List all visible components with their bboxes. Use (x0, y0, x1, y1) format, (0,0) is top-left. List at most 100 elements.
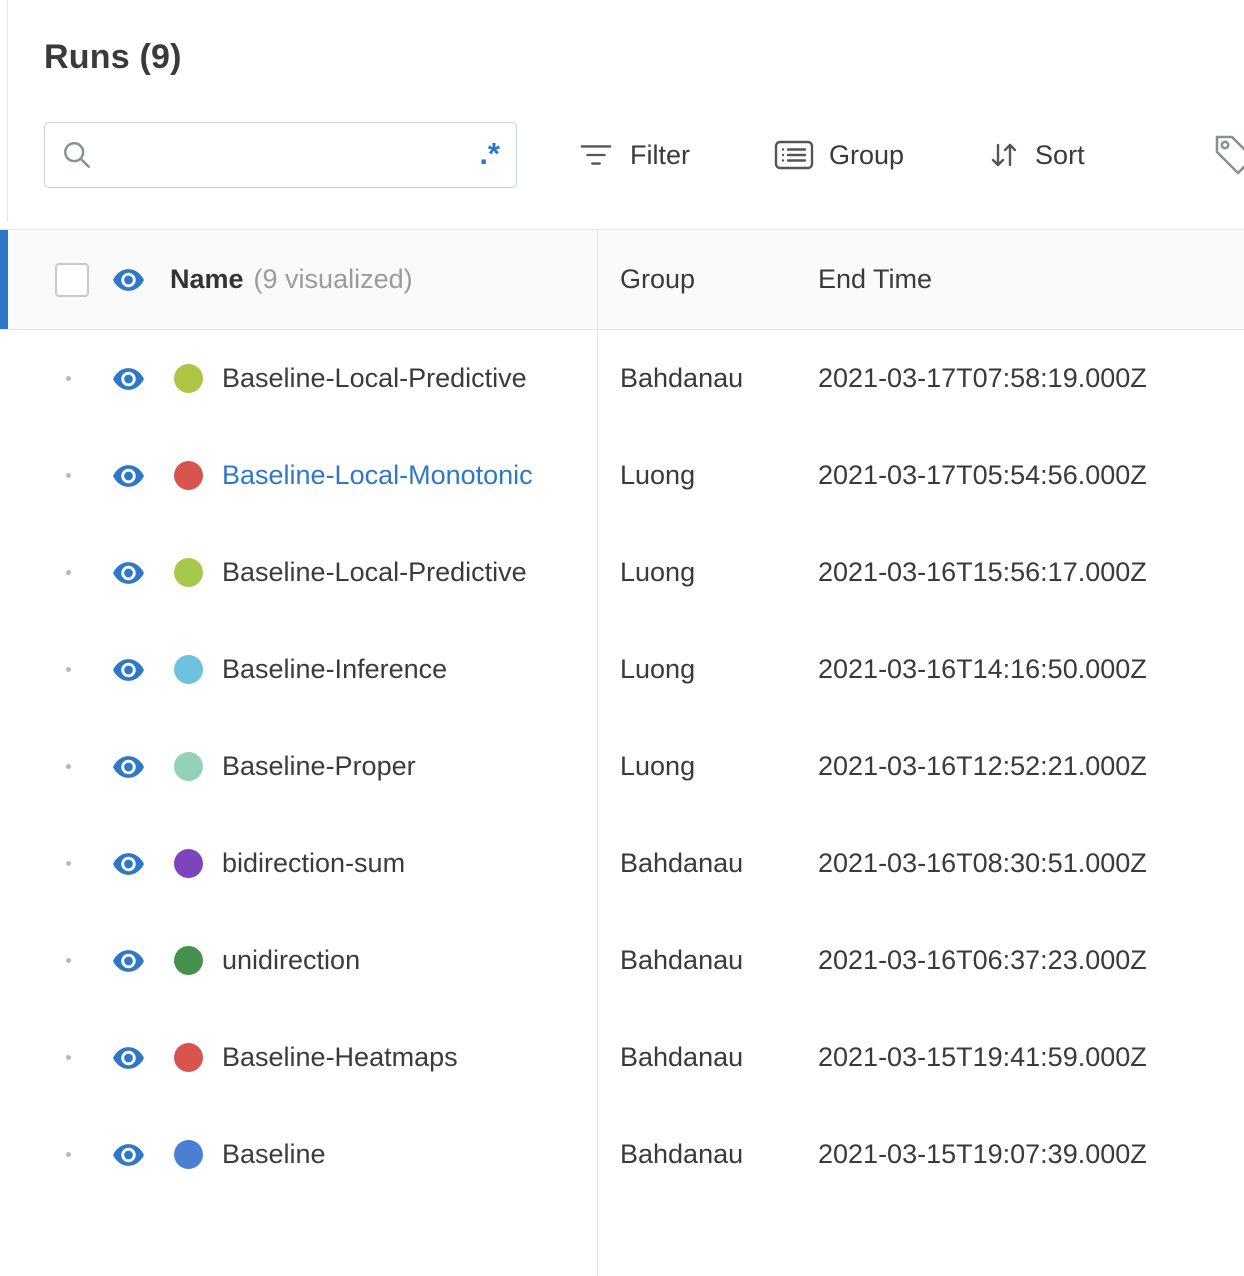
tag-icon (1215, 135, 1244, 175)
filter-icon (580, 145, 612, 165)
visibility-eye-icon[interactable] (113, 658, 144, 681)
run-name-cell: unidirection (0, 945, 597, 976)
runs-table-body: Baseline-Local-Predictive Bahdanau 2021-… (0, 330, 1244, 1203)
header-name-col: Name (9 visualized) (0, 262, 597, 297)
controls-row: .* Filter Group Sort (44, 120, 1244, 190)
run-color-dot[interactable] (174, 752, 203, 781)
run-color-dot[interactable] (174, 558, 203, 587)
run-color-dot[interactable] (174, 1043, 203, 1072)
run-color-dot[interactable] (174, 364, 203, 393)
group-button[interactable]: Group (774, 139, 904, 171)
run-name-cell: Baseline-Proper (0, 751, 597, 782)
toggle-all-visibility-eye-icon[interactable] (113, 268, 144, 291)
visibility-eye-icon[interactable] (113, 949, 144, 972)
column-group-label: Group (620, 264, 696, 294)
run-name-cell: Baseline-Heatmaps (0, 1042, 597, 1073)
run-name-cell: Baseline-Local-Predictive (0, 557, 597, 588)
top-section: Runs (9) .* Filter Group Sort (0, 0, 1244, 229)
visibility-eye-icon[interactable] (113, 464, 144, 487)
drag-handle[interactable] (66, 1152, 71, 1157)
drag-handle[interactable] (66, 667, 71, 672)
run-end-time: 2021-03-15T19:07:39.000Z (818, 1139, 1147, 1169)
run-name[interactable]: Baseline-Inference (222, 654, 447, 685)
run-group: Luong (620, 654, 696, 684)
run-group: Bahdanau (620, 1139, 744, 1169)
sort-label: Sort (1035, 139, 1085, 170)
run-end-time: 2021-03-17T05:54:56.000Z (818, 460, 1147, 490)
visibility-eye-icon[interactable] (113, 561, 144, 584)
sort-icon (991, 143, 1017, 167)
run-end-time: 2021-03-17T07:58:19.000Z (818, 363, 1147, 393)
visibility-eye-icon[interactable] (113, 755, 144, 778)
run-group: Luong (620, 751, 696, 781)
run-name[interactable]: Baseline-Heatmaps (222, 1042, 458, 1073)
column-name-label: Name (170, 264, 244, 294)
table-row: unidirection Bahdanau 2021-03-16T06:37:2… (0, 912, 1244, 1009)
regex-toggle-icon[interactable]: .* (479, 138, 500, 169)
visualized-count: (9 visualized) (253, 264, 413, 294)
run-color-dot[interactable] (174, 946, 203, 975)
drag-handle[interactable] (66, 376, 71, 381)
run-name[interactable]: Baseline (222, 1139, 326, 1170)
header-accent-bar (0, 230, 8, 329)
table-row: Baseline-Heatmaps Bahdanau 2021-03-15T19… (0, 1009, 1244, 1106)
page-title: Runs (9) (44, 38, 182, 76)
table-row: Baseline Bahdanau 2021-03-15T19:07:39.00… (0, 1106, 1244, 1203)
drag-handle[interactable] (66, 473, 71, 478)
search-box[interactable]: .* (44, 122, 517, 188)
table-row: Baseline-Local-Predictive Bahdanau 2021-… (0, 330, 1244, 427)
table-row: Baseline-Proper Luong 2021-03-16T12:52:2… (0, 718, 1244, 815)
run-end-time: 2021-03-16T14:16:50.000Z (818, 654, 1147, 684)
select-all-checkbox[interactable] (55, 262, 89, 297)
table-row: Baseline-Local-Monotonic Luong 2021-03-1… (0, 427, 1244, 524)
run-name[interactable]: unidirection (222, 945, 360, 976)
table-row: Baseline-Local-Predictive Luong 2021-03-… (0, 524, 1244, 621)
column-endtime-label: End Time (818, 264, 933, 294)
run-color-dot[interactable] (174, 461, 203, 490)
filter-label: Filter (630, 139, 690, 170)
run-name[interactable]: Baseline-Local-Monotonic (222, 460, 533, 491)
column-divider (597, 229, 598, 1276)
visibility-eye-icon[interactable] (113, 852, 144, 875)
run-name[interactable]: bidirection-sum (222, 848, 405, 879)
run-color-dot[interactable] (174, 1140, 203, 1169)
table-row: Baseline-Inference Luong 2021-03-16T14:1… (0, 621, 1244, 718)
group-label: Group (829, 139, 905, 170)
run-color-dot[interactable] (174, 849, 203, 878)
visibility-eye-icon[interactable] (113, 367, 144, 390)
search-input[interactable] (101, 138, 480, 172)
drag-handle[interactable] (66, 570, 71, 575)
runs-table: Name (9 visualized) Group End Time Basel… (0, 229, 1244, 1203)
search-icon (64, 142, 90, 168)
run-group: Luong (620, 460, 696, 490)
group-icon (774, 140, 814, 170)
run-name-cell: Baseline-Local-Monotonic (0, 460, 597, 491)
run-name[interactable]: Baseline-Local-Predictive (222, 363, 527, 394)
visibility-eye-icon[interactable] (113, 1143, 144, 1166)
run-color-dot[interactable] (174, 655, 203, 684)
tag-button[interactable] (1212, 132, 1244, 178)
drag-handle[interactable] (66, 861, 71, 866)
drag-handle[interactable] (66, 958, 71, 963)
run-group: Luong (620, 557, 696, 587)
run-name[interactable]: Baseline-Local-Predictive (222, 557, 527, 588)
table-row: bidirection-sum Bahdanau 2021-03-16T08:3… (0, 815, 1244, 912)
run-end-time: 2021-03-16T06:37:23.000Z (818, 945, 1147, 975)
runs-panel: Runs (9) .* Filter Group Sort Name (9 vi… (0, 0, 1244, 1276)
run-name-cell: Baseline-Inference (0, 654, 597, 685)
filter-button[interactable]: Filter (577, 140, 690, 171)
drag-handle[interactable] (66, 1055, 71, 1060)
table-header: Name (9 visualized) Group End Time (0, 229, 1244, 330)
run-group: Bahdanau (620, 1042, 744, 1072)
run-end-time: 2021-03-16T15:56:17.000Z (818, 557, 1147, 587)
drag-handle[interactable] (66, 764, 71, 769)
run-group: Bahdanau (620, 363, 744, 393)
run-name-cell: Baseline-Local-Predictive (0, 363, 597, 394)
visibility-eye-icon[interactable] (113, 1046, 144, 1069)
run-name-cell: bidirection-sum (0, 848, 597, 879)
run-end-time: 2021-03-16T08:30:51.000Z (818, 848, 1147, 878)
run-group: Bahdanau (620, 848, 744, 878)
sort-button[interactable]: Sort (988, 140, 1085, 171)
run-end-time: 2021-03-16T12:52:21.000Z (818, 751, 1147, 781)
run-name[interactable]: Baseline-Proper (222, 751, 416, 782)
